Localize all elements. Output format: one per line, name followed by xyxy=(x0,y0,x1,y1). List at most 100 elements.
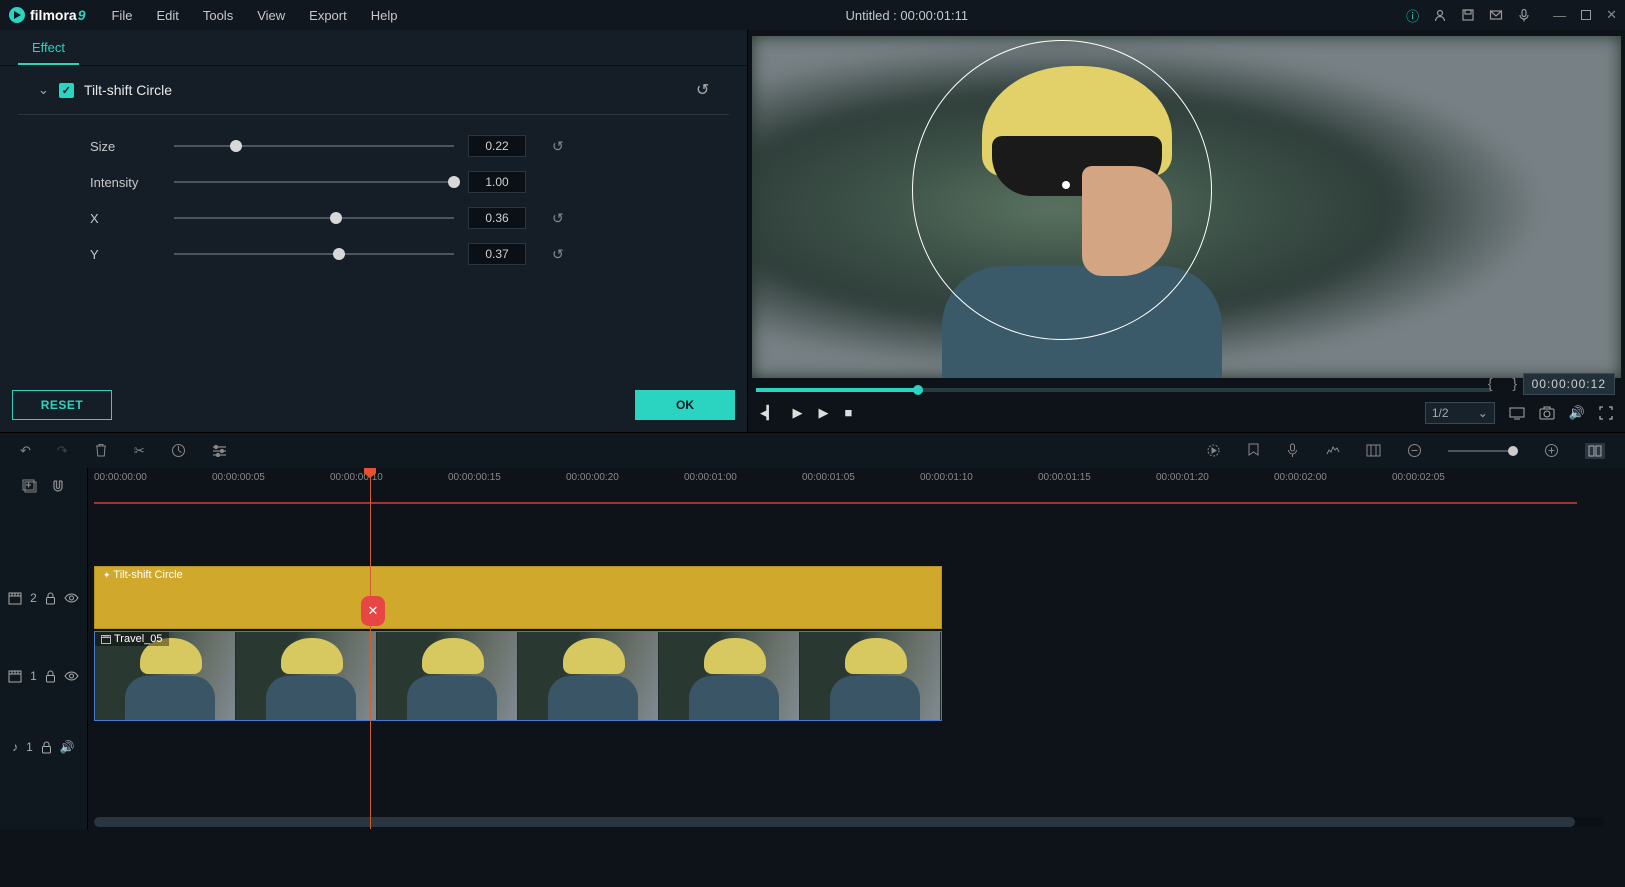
lock-icon[interactable] xyxy=(45,670,56,683)
render-icon[interactable] xyxy=(1206,443,1221,458)
effect-clip[interactable]: ✦ Tilt-shift Circle xyxy=(94,566,942,629)
app-logo: filmora9 xyxy=(8,6,85,24)
play-icon[interactable]: ▶ xyxy=(793,405,803,421)
snapshot-icon[interactable] xyxy=(1539,406,1555,420)
effect-reset-icon[interactable]: ↻ xyxy=(696,80,709,100)
track-head-video: 1 xyxy=(0,630,87,722)
magnet-icon[interactable] xyxy=(51,479,65,494)
slider-size-label: Size xyxy=(40,139,160,154)
mic-icon[interactable] xyxy=(1517,8,1531,22)
info-icon[interactable]: ⓘ xyxy=(1406,6,1419,25)
slider-y-label: Y xyxy=(40,247,160,262)
split-icon[interactable]: ✂ xyxy=(134,443,145,459)
ok-button[interactable]: OK xyxy=(635,390,735,420)
menu-edit[interactable]: Edit xyxy=(146,4,188,27)
ruler-timecode: 00:00:00:05 xyxy=(212,472,265,483)
effect-title: Tilt-shift Circle xyxy=(84,82,172,98)
delete-icon[interactable] xyxy=(94,443,108,458)
lock-icon[interactable] xyxy=(41,741,52,754)
slider-y-reset-icon[interactable]: ↻ xyxy=(552,246,564,263)
collapse-icon[interactable]: ⌄ xyxy=(38,82,49,98)
mute-icon[interactable]: 🔊 xyxy=(60,740,75,754)
ruler-timecode: 00:00:00:15 xyxy=(448,472,501,483)
settings-icon[interactable] xyxy=(212,444,227,457)
visibility-icon[interactable] xyxy=(64,593,79,603)
playhead[interactable] xyxy=(370,468,371,829)
effect-enable-checkbox[interactable]: ✓ xyxy=(59,83,74,98)
menu-tools[interactable]: Tools xyxy=(193,4,243,27)
close-icon[interactable]: ✕ xyxy=(1606,7,1617,23)
slider-intensity[interactable] xyxy=(174,181,454,183)
ruler-timecode: 00:00:02:05 xyxy=(1392,472,1445,483)
save-icon[interactable] xyxy=(1461,8,1475,22)
effect-panel: Effect ⌄ ✓ Tilt-shift Circle ↻ Size 0.22… xyxy=(0,30,748,432)
seek-bar[interactable] xyxy=(756,388,1491,392)
slider-x-reset-icon[interactable]: ↻ xyxy=(552,210,564,227)
titlebar: filmora9 File Edit Tools View Export Hel… xyxy=(0,0,1625,30)
preview-canvas[interactable] xyxy=(752,36,1621,378)
menu-help[interactable]: Help xyxy=(361,4,408,27)
slider-x-label: X xyxy=(40,211,160,226)
account-icon[interactable] xyxy=(1433,8,1447,22)
maximize-icon[interactable] xyxy=(1580,9,1592,21)
crop-icon[interactable] xyxy=(1366,444,1381,457)
timeline: 2 1 ♪ 1 🔊 00:00:00:00 00:00:00:05 00:00:00… xyxy=(0,468,1625,829)
slider-size-reset-icon[interactable]: ↻ xyxy=(552,138,564,155)
slider-intensity-label: Intensity xyxy=(40,175,160,190)
add-track-icon[interactable] xyxy=(22,479,37,493)
timeline-zoom-slider[interactable] xyxy=(1448,450,1518,452)
delete-clip-icon[interactable]: ✕ xyxy=(361,596,385,626)
ruler-timecode: 00:00:00:00 xyxy=(94,472,147,483)
marker-icon[interactable] xyxy=(1247,443,1260,458)
menu-view[interactable]: View xyxy=(247,4,295,27)
slider-y-value[interactable]: 0.37 xyxy=(468,243,526,265)
ruler-timecode: 00:00:01:10 xyxy=(920,472,973,483)
timeline-scrollbar[interactable] xyxy=(94,817,1605,827)
app-name: filmora xyxy=(30,7,77,23)
zoom-in-icon[interactable] xyxy=(1544,443,1559,458)
tab-effect[interactable]: Effect xyxy=(18,30,79,65)
slider-x[interactable] xyxy=(174,217,454,219)
quality-icon[interactable] xyxy=(1509,406,1525,420)
undo-icon[interactable]: ↶ xyxy=(20,443,31,459)
record-vo-icon[interactable] xyxy=(1286,443,1299,458)
menu-file[interactable]: File xyxy=(101,4,142,27)
next-frame-icon[interactable]: ▶ xyxy=(819,405,829,421)
ruler-timecode: 00:00:01:00 xyxy=(684,472,737,483)
redo-icon[interactable]: ↷ xyxy=(57,443,68,459)
timeline-ruler[interactable]: 00:00:00:0000:00:00:0500:00:00:1000:00:0… xyxy=(88,468,1625,504)
ruler-timecode: 00:00:01:05 xyxy=(802,472,855,483)
visibility-icon[interactable] xyxy=(64,671,79,681)
stop-icon[interactable]: ■ xyxy=(845,405,853,421)
track-head-fx: 2 xyxy=(0,566,87,630)
main-menu: File Edit Tools View Export Help xyxy=(101,4,407,27)
audio-mixer-icon[interactable] xyxy=(1325,444,1340,458)
preview-timecode: 00:00:00:12 xyxy=(1523,373,1615,395)
track-head-audio: ♪ 1 🔊 xyxy=(0,722,87,772)
reset-button[interactable]: RESET xyxy=(12,390,112,420)
window-title: Untitled : 00:00:01:11 xyxy=(407,8,1406,23)
marker-brackets[interactable]: { } xyxy=(1488,375,1521,391)
zoom-fit-icon[interactable] xyxy=(1585,443,1605,459)
zoom-out-icon[interactable] xyxy=(1407,443,1422,458)
ruler-timecode: 00:00:01:15 xyxy=(1038,472,1091,483)
fullscreen-icon[interactable] xyxy=(1599,406,1613,420)
lock-icon[interactable] xyxy=(45,592,56,605)
slider-size-value[interactable]: 0.22 xyxy=(468,135,526,157)
menu-export[interactable]: Export xyxy=(299,4,357,27)
minimize-icon[interactable]: — xyxy=(1553,8,1566,23)
slider-size[interactable] xyxy=(174,145,454,147)
slider-intensity-value[interactable]: 1.00 xyxy=(468,171,526,193)
volume-icon[interactable]: 🔊 xyxy=(1569,405,1585,421)
message-icon[interactable] xyxy=(1489,8,1503,22)
ruler-timecode: 00:00:00:20 xyxy=(566,472,619,483)
slider-y[interactable] xyxy=(174,253,454,255)
video-clip[interactable]: Travel_05 xyxy=(94,631,942,721)
tilt-shift-circle-overlay[interactable] xyxy=(912,40,1212,340)
slider-x-value[interactable]: 0.36 xyxy=(468,207,526,229)
timeline-toolbar: ↶ ↷ ✂ xyxy=(0,432,1625,468)
prev-frame-icon[interactable]: ◂▎ xyxy=(760,405,777,421)
ruler-timecode: 00:00:02:00 xyxy=(1274,472,1327,483)
preview-zoom-dropdown[interactable]: 1/2⌄ xyxy=(1425,402,1495,424)
speed-icon[interactable] xyxy=(171,443,186,458)
